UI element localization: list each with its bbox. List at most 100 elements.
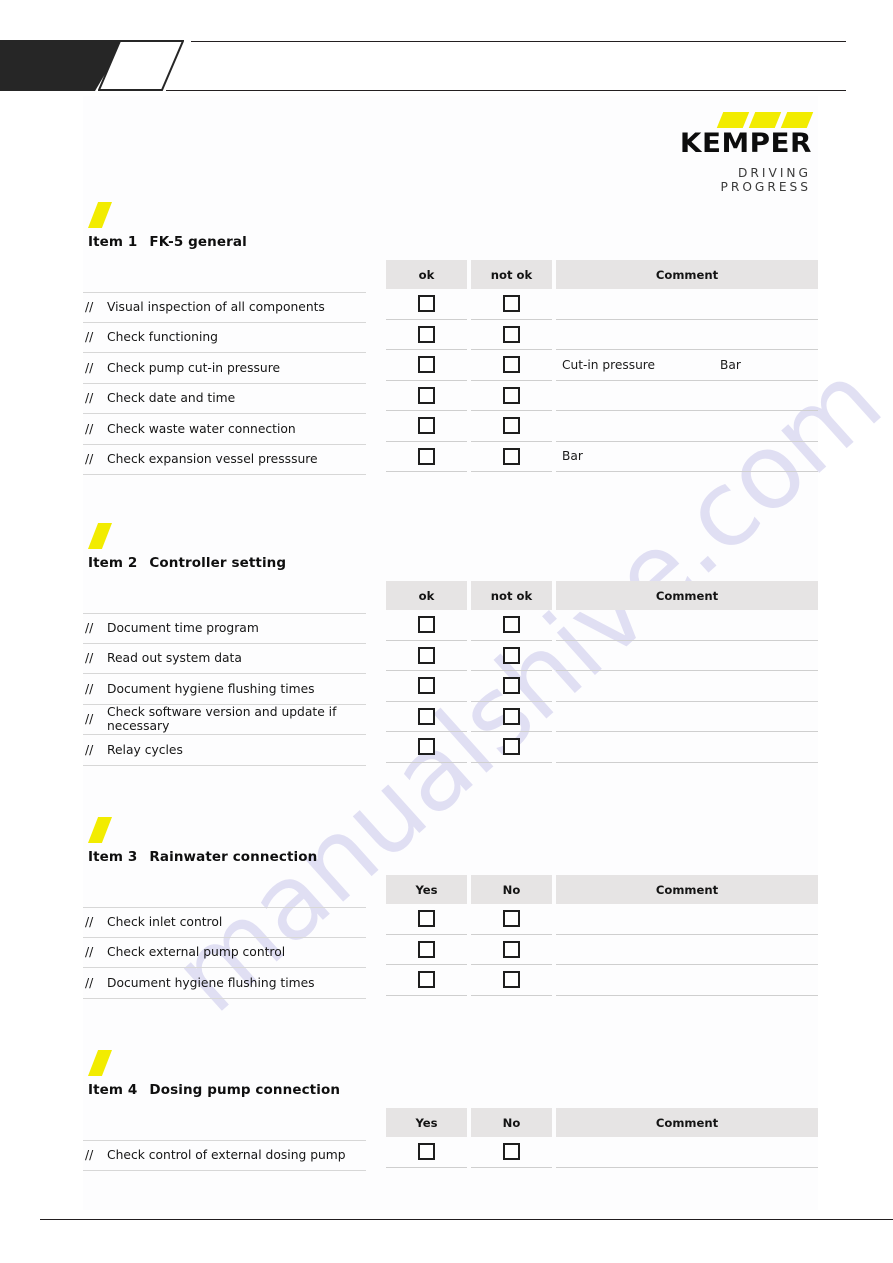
checkbox-icon[interactable] xyxy=(418,971,435,989)
checkbox-icon[interactable] xyxy=(418,738,435,756)
checklist-item-label: Relay cycles xyxy=(107,742,183,757)
comment-cell[interactable] xyxy=(556,1137,818,1168)
column-header-comment: Comment xyxy=(556,1108,818,1137)
checkbox-icon[interactable] xyxy=(418,616,435,634)
checkbox-icon[interactable] xyxy=(503,707,520,725)
checkbox-icon[interactable] xyxy=(503,356,520,374)
answer-cell-b[interactable] xyxy=(471,965,552,996)
checkbox-icon[interactable] xyxy=(503,386,520,404)
checklist-row: // Document time program xyxy=(83,613,366,644)
answer-cell-a[interactable] xyxy=(386,702,467,732)
answer-table: ok not ok Comment Cut-in pressure Bar Bar xyxy=(386,260,818,472)
checkbox-icon[interactable] xyxy=(418,417,435,435)
table-row xyxy=(386,904,818,935)
comment-text: Bar xyxy=(562,449,583,464)
section-number: Item 1 xyxy=(88,234,138,250)
comment-cell[interactable] xyxy=(556,965,818,996)
comment-cell[interactable] xyxy=(556,381,818,411)
answer-cell-b[interactable] xyxy=(471,442,552,472)
answer-cell-a[interactable] xyxy=(386,965,467,996)
checkbox-icon[interactable] xyxy=(503,677,520,695)
logo-bar-1-icon xyxy=(716,112,750,128)
column-header-b: not ok xyxy=(471,260,552,289)
answer-cell-b[interactable] xyxy=(471,641,552,671)
comment-cell[interactable] xyxy=(556,610,818,641)
checkbox-icon[interactable] xyxy=(503,447,520,465)
comment-cell[interactable] xyxy=(556,935,818,965)
answer-cell-a[interactable] xyxy=(386,1137,467,1168)
checkbox-icon[interactable] xyxy=(503,646,520,664)
comment-cell[interactable] xyxy=(556,702,818,732)
answer-cell-b[interactable] xyxy=(471,935,552,965)
comment-cell[interactable] xyxy=(556,641,818,671)
checklist-item-label: Check external pump control xyxy=(107,945,286,960)
section-number: Item 3 xyxy=(88,849,138,865)
checkbox-icon[interactable] xyxy=(418,646,435,664)
comment-cell[interactable]: Cut-in pressure Bar xyxy=(556,350,818,381)
comment-cell[interactable] xyxy=(556,411,818,442)
checkbox-icon[interactable] xyxy=(418,1143,435,1161)
table-row xyxy=(386,965,818,996)
answer-cell-a[interactable] xyxy=(386,350,467,381)
answer-cell-a[interactable] xyxy=(386,381,467,411)
answer-cell-a[interactable] xyxy=(386,320,467,350)
checkbox-icon[interactable] xyxy=(418,707,435,725)
checkbox-icon[interactable] xyxy=(418,940,435,958)
checkbox-icon[interactable] xyxy=(418,295,435,313)
answer-cell-a[interactable] xyxy=(386,641,467,671)
checkbox-icon[interactable] xyxy=(503,738,520,756)
checkbox-icon[interactable] xyxy=(418,447,435,465)
answer-cell-a[interactable] xyxy=(386,904,467,935)
checklist-item-label: Check functioning xyxy=(107,330,218,345)
checkbox-icon[interactable] xyxy=(503,295,520,313)
answer-cell-a[interactable] xyxy=(386,442,467,472)
checkbox-icon[interactable] xyxy=(503,910,520,928)
checklist-item-label: Read out system data xyxy=(107,651,242,666)
answer-cell-b[interactable] xyxy=(471,289,552,320)
brand-tagline: DRIVING PROGRESS xyxy=(720,166,811,195)
answer-cell-b[interactable] xyxy=(471,411,552,442)
checkbox-icon[interactable] xyxy=(503,940,520,958)
comment-cell[interactable] xyxy=(556,671,818,702)
column-header-comment: Comment xyxy=(556,581,818,610)
checkbox-icon[interactable] xyxy=(503,1143,520,1161)
answer-cell-b[interactable] xyxy=(471,732,552,763)
table-row xyxy=(386,1137,818,1168)
comment-cell[interactable] xyxy=(556,732,818,763)
comment-cell[interactable] xyxy=(556,289,818,320)
answer-cell-b[interactable] xyxy=(471,381,552,411)
checkbox-icon[interactable] xyxy=(418,386,435,404)
answer-cell-a[interactable] xyxy=(386,289,467,320)
checklist: // Visual inspection of all components // C… xyxy=(83,292,366,475)
answer-cell-a[interactable] xyxy=(386,935,467,965)
answer-cell-a[interactable] xyxy=(386,671,467,702)
comment-text: Cut-in pressure xyxy=(562,357,656,372)
comment-cell[interactable]: Bar xyxy=(556,442,818,472)
checkbox-icon[interactable] xyxy=(418,325,435,343)
checklist-item-label: Check date and time xyxy=(107,391,236,406)
document-page: manualshive.com KEMPER DRIVING PROGRESS … xyxy=(0,0,893,1263)
comment-cell[interactable] xyxy=(556,904,818,935)
checklist: // Check control of external dosing pump xyxy=(83,1140,366,1171)
checkbox-icon[interactable] xyxy=(503,325,520,343)
answer-cell-a[interactable] xyxy=(386,411,467,442)
answer-cell-b[interactable] xyxy=(471,350,552,381)
answer-table-header: Yes No Comment xyxy=(386,1108,818,1137)
answer-cell-b[interactable] xyxy=(471,610,552,641)
checkbox-icon[interactable] xyxy=(418,677,435,695)
answer-cell-b[interactable] xyxy=(471,904,552,935)
checkbox-icon[interactable] xyxy=(418,910,435,928)
answer-cell-b[interactable] xyxy=(471,320,552,350)
checkbox-icon[interactable] xyxy=(503,417,520,435)
answer-cell-b[interactable] xyxy=(471,702,552,732)
answer-cell-a[interactable] xyxy=(386,732,467,763)
checkbox-icon[interactable] xyxy=(503,616,520,634)
answer-cell-b[interactable] xyxy=(471,1137,552,1168)
checkbox-icon[interactable] xyxy=(503,971,520,989)
comment-cell[interactable] xyxy=(556,320,818,350)
answer-cell-a[interactable] xyxy=(386,610,467,641)
section-title-text: Dosing pump connection xyxy=(149,1082,341,1098)
bullet-slashes-icon: // xyxy=(85,915,94,930)
checkbox-icon[interactable] xyxy=(418,356,435,374)
answer-cell-b[interactable] xyxy=(471,671,552,702)
